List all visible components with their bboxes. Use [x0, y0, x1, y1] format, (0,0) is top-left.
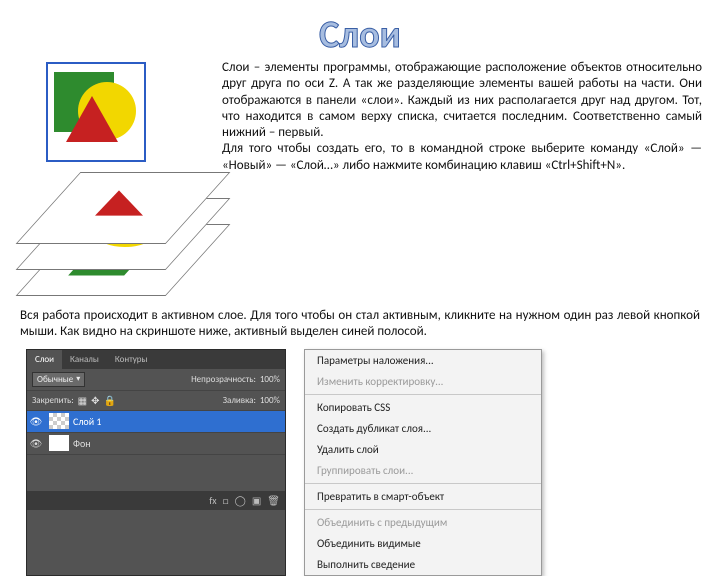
menu-separator: [305, 394, 541, 395]
lock-all-icon[interactable]: 🔒: [103, 394, 115, 407]
layer-name: Слой 1: [73, 415, 101, 428]
menu-item-delete-layer[interactable]: Удалить слой: [305, 439, 541, 460]
tab-channels[interactable]: Каналы: [62, 350, 107, 369]
panel-row-lock: Закрепить: ▦ ✥ 🔒 Заливка: 100%: [27, 391, 285, 411]
menu-separator: [305, 483, 541, 484]
tab-paths[interactable]: Контуры: [107, 350, 156, 369]
layer-name: Фон: [73, 437, 91, 450]
description-text: Слои – элементы программы, отображающие …: [222, 60, 702, 298]
layer-row[interactable]: 👁 Слой 1: [27, 411, 285, 433]
panel-tabs: Слои Каналы Контуры: [27, 350, 285, 369]
layer-thumbnail: [49, 435, 69, 451]
mask-icon[interactable]: □: [223, 494, 229, 507]
mid-paragraph: Вся работа происходит в активном слое. Д…: [20, 308, 700, 341]
menu-item-convert-smart-object[interactable]: Превратить в смарт-объект: [305, 486, 541, 507]
menu-item-flatten[interactable]: Выполнить сведение: [305, 554, 541, 575]
menu-item-group-layers: Группировать слои...: [305, 460, 541, 481]
menu-item-merge-visible[interactable]: Объединить видимые: [305, 533, 541, 554]
menu-item-copy-css[interactable]: Копировать CSS: [305, 397, 541, 418]
panels-row: Слои Каналы Контуры Обычные ▾ Непрозрачн…: [18, 349, 702, 576]
opacity-label: Непрозрачность:: [191, 374, 256, 385]
menu-separator: [305, 509, 541, 510]
visibility-eye-icon[interactable]: 👁: [27, 415, 45, 428]
context-menu: Параметры наложения... Изменить корректи…: [304, 349, 542, 576]
chevron-down-icon: ▾: [76, 374, 80, 384]
fill-label: Заливка:: [223, 395, 256, 406]
menu-item-merge-down: Объединить с предыдущим: [305, 512, 541, 533]
panel-footer: fx □ ◯ ▣ 🗑: [27, 491, 285, 510]
menu-item-duplicate-layer[interactable]: Создать дубликат слоя...: [305, 418, 541, 439]
blend-mode-dropdown[interactable]: Обычные ▾: [32, 372, 85, 387]
menu-item-edit-adjustment: Изменить корректировку...: [305, 371, 541, 392]
fx-icon[interactable]: fx: [209, 494, 216, 507]
flat-composite-icon: [46, 62, 146, 162]
page-title: Слои: [18, 12, 702, 58]
lock-position-icon[interactable]: ✥: [91, 394, 99, 407]
panel-row-mode: Обычные ▾ Непрозрачность: 100%: [27, 369, 285, 391]
illustrations: [18, 60, 208, 298]
layer-thumbnail: [49, 413, 69, 429]
layers-panel: Слои Каналы Контуры Обычные ▾ Непрозрачн…: [26, 349, 286, 576]
layer-row[interactable]: 👁 Фон: [27, 433, 285, 455]
visibility-eye-icon[interactable]: 👁: [27, 437, 45, 450]
lock-pixels-icon[interactable]: ▦: [78, 394, 87, 407]
blend-mode-label: Обычные: [37, 374, 73, 385]
adjustment-icon[interactable]: ◯: [235, 494, 246, 507]
layers-stack-icon: [18, 168, 198, 298]
fill-value[interactable]: 100%: [260, 395, 280, 406]
tab-layers[interactable]: Слои: [27, 350, 62, 369]
new-layer-icon[interactable]: ▣: [252, 494, 261, 507]
opacity-value[interactable]: 100%: [260, 374, 280, 385]
trash-icon[interactable]: 🗑: [267, 494, 280, 507]
top-row: Слои – элементы программы, отображающие …: [18, 60, 702, 298]
red-triangle-icon: [66, 96, 118, 142]
menu-item-blending-options[interactable]: Параметры наложения...: [305, 350, 541, 371]
lock-label: Закрепить:: [32, 395, 74, 406]
